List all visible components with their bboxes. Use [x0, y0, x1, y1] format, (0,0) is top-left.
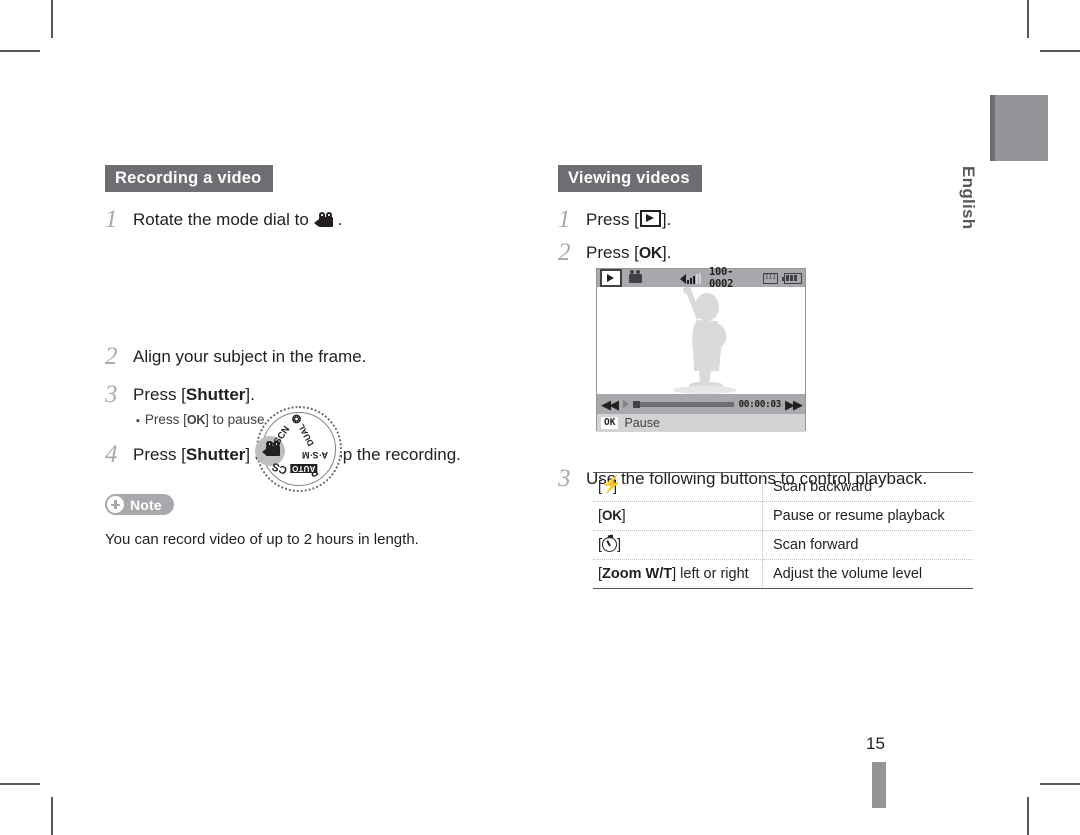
table-cell-action: Scan forward: [762, 530, 973, 560]
table-row: [OK] Pause or resume playback: [593, 501, 973, 531]
lcd-status-bar: 100-0002 III: [597, 266, 805, 290]
table-row: [] Scan forward: [593, 530, 973, 560]
table-cell-action: Adjust the volume level: [762, 559, 973, 589]
battery-full-icon: [782, 272, 802, 284]
page-marker-bar: [872, 762, 886, 808]
step-text-after: ].: [661, 210, 672, 230]
note-badge-label: Note: [130, 496, 162, 513]
crop-mark-bottom-left-v: [51, 797, 53, 835]
step-text-after: ].: [245, 384, 255, 404]
crop-mark-top-right-h: [1040, 50, 1080, 52]
scan-backward-icon: ◀◀: [601, 396, 619, 412]
crop-mark-bottom-right-v: [1027, 797, 1029, 835]
step-number: 4: [105, 440, 118, 468]
table-row: [] Scan backward: [593, 472, 973, 502]
ok-key-label: OK: [638, 245, 663, 263]
language-tab-block: [990, 95, 1048, 161]
step-text-before: Press [: [133, 384, 186, 404]
table-cell-key: []: [593, 530, 763, 560]
lcd-action-hint: OK Pause: [597, 414, 805, 432]
camera-lcd-screen: 100-0002 III ◀◀ 00:00:03 ▶▶ OK Pause: [596, 266, 806, 432]
step-text: Press [OK].: [586, 239, 671, 265]
step-number: 2: [105, 343, 118, 371]
step-text: Press [].: [586, 206, 671, 231]
language-tab-label: English: [959, 166, 978, 230]
shutter-key-label: Shutter: [185, 384, 246, 404]
note-body-text: You can record video of up to 2 hours in…: [105, 531, 419, 549]
step-align-subject: 2 Align your subject in the frame.: [105, 343, 535, 370]
playback-controls-table: [] Scan backward [OK] Pause or resume pl…: [593, 472, 973, 589]
table-cell-key: [OK]: [593, 501, 763, 531]
mode-dial-label-star: ❂: [291, 411, 302, 425]
table-cell-action: Pause or resume playback: [762, 501, 973, 531]
step-number: 1: [105, 206, 118, 234]
ok-key-label: OK: [601, 417, 619, 429]
memory-card-icon: III: [763, 272, 779, 284]
timer-icon: [602, 537, 618, 552]
table-cell-action: Scan backward: [762, 472, 973, 502]
playback-icon: [639, 210, 661, 228]
step-number: 1: [558, 206, 571, 234]
ok-key-label: OK: [602, 508, 622, 523]
playback-icon: [600, 269, 622, 287]
lcd-action-label: Pause: [624, 416, 660, 430]
table-row: [Zoom W/T] left or right Adjust the volu…: [593, 559, 973, 589]
zoom-key-label: Zoom W/T: [602, 566, 673, 582]
shutter-key-label: Shutter: [185, 444, 246, 464]
step-text-after: ].: [662, 243, 672, 263]
step-press-playback: 1 Press [].: [558, 206, 988, 233]
step-press-ok: 2 Press [OK].: [558, 239, 988, 266]
bracket-close: ]: [621, 508, 626, 524]
mode-dial-outer-ring: SCN DUAL A·S·M P AUTO CS ❂: [255, 406, 342, 492]
bracket-close: ] left or right: [672, 566, 749, 582]
crop-mark-bottom-left-h: [0, 783, 40, 785]
section-header-recording: Recording a video: [105, 165, 274, 193]
crop-mark-top-left-v: [51, 0, 53, 38]
ok-key-label: OK: [186, 412, 206, 427]
step-number: 2: [558, 239, 571, 267]
movie-camera-icon: [629, 270, 642, 283]
lcd-progress-track: [633, 400, 735, 408]
scan-forward-icon: ▶▶: [785, 396, 803, 412]
mode-dial-illustration: SCN DUAL A·S·M P AUTO CS ❂: [250, 403, 350, 498]
lcd-video-frame: [597, 287, 805, 394]
recording-a-video-section: Recording a video 1 Rotate the mode dial…: [105, 165, 535, 550]
plus-circle-icon: [107, 496, 124, 514]
movie-camera-icon: [314, 212, 338, 228]
crop-mark-top-right-v: [1027, 0, 1029, 38]
step-number: 3: [558, 464, 571, 492]
volume-icon: [680, 272, 702, 284]
mode-dial-label-auto: AUTO: [290, 464, 318, 473]
person-silhouette: [673, 287, 737, 394]
step-text-after: .: [337, 210, 343, 230]
note-badge: Note: [105, 494, 174, 516]
step-text-before: Press [: [586, 243, 639, 263]
crop-mark-bottom-right-h: [1040, 783, 1080, 785]
step-text: Rotate the mode dial to .: [133, 206, 342, 231]
page-number: 15: [866, 734, 885, 753]
mode-dial-label-asm: A·S·M: [302, 450, 328, 460]
step-text-before: Press [: [586, 210, 639, 230]
sub-bullet-text-before: Press [: [144, 411, 187, 427]
lcd-playback-control-bar: ◀◀ 00:00:03 ▶▶: [597, 394, 805, 414]
play-icon: [623, 400, 629, 408]
flash-icon: [601, 476, 622, 494]
bracket-close: ]: [617, 537, 622, 553]
table-cell-key: []: [593, 472, 763, 502]
crop-mark-top-left-h: [0, 50, 40, 52]
step-text-before: Press [: [133, 444, 186, 464]
step-text: Align your subject in the frame.: [133, 347, 367, 367]
table-cell-key: [Zoom W/T] left or right: [593, 559, 763, 589]
step-text-before: Rotate the mode dial to: [133, 210, 314, 230]
step-text: Press [Shutter].: [133, 381, 255, 406]
mode-dial-icon-movie: [261, 441, 285, 459]
section-header-viewing: Viewing videos: [558, 165, 702, 193]
step-rotate-mode-dial: 1 Rotate the mode dial to .: [105, 206, 535, 233]
bullet-dot: ▪: [136, 414, 140, 427]
lcd-timecode: 00:00:03: [738, 398, 781, 410]
step-number: 3: [105, 380, 118, 408]
